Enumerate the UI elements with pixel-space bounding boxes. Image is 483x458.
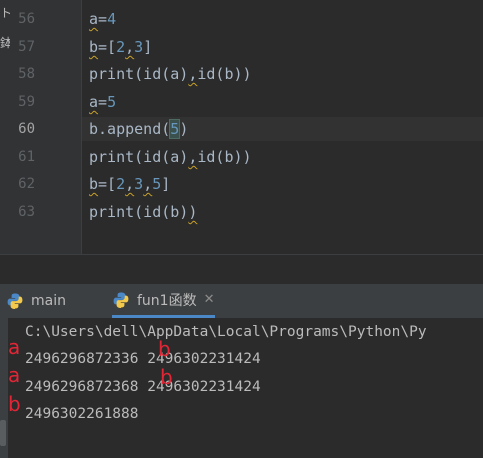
code-token: print(id(b) — [89, 203, 189, 221]
panel-separator[interactable] — [0, 254, 483, 285]
run-tab-bar: main fun1函数 ✕ — [0, 284, 483, 319]
console-line: 2496296872368 2496302231424 — [25, 379, 261, 395]
code-line[interactable]: print(id(b)) — [89, 203, 197, 221]
tab-label: fun1函数 — [137, 292, 197, 309]
code-token: b.append( — [89, 120, 171, 138]
code-token: ) — [188, 203, 198, 221]
tab-main[interactable]: main — [6, 284, 66, 318]
annotation-label-a: a — [8, 335, 21, 359]
annotation-label-b: b — [8, 392, 21, 416]
line-number: 59 — [18, 94, 35, 110]
code-number: 5 — [169, 119, 181, 139]
python-icon — [7, 293, 23, 309]
code-token: b — [89, 175, 99, 193]
code-token: b — [89, 38, 99, 56]
line-number: 56 — [18, 11, 35, 27]
code-token: a — [89, 10, 99, 28]
line-number-current: 60 — [18, 121, 35, 137]
annotation-label-a: a — [8, 363, 21, 387]
code-token: print(id(a) — [89, 148, 189, 166]
line-number: 63 — [18, 204, 35, 220]
code-line[interactable]: a=4 — [89, 10, 116, 28]
code-token: , — [125, 38, 135, 56]
console-line: 2496296872336 2496302231424 — [25, 351, 261, 367]
code-number: 2 — [116, 38, 126, 56]
close-icon[interactable]: ✕ — [204, 292, 215, 307]
code-token: =[ — [98, 175, 117, 193]
code-token: , — [125, 175, 135, 193]
code-number: 4 — [107, 10, 117, 28]
tab-fun1[interactable]: fun1函数 ✕ — [112, 284, 215, 318]
code-token: ] — [161, 175, 171, 193]
line-number-gutter[interactable]: 56 57 58 59 60 61 62 63 — [10, 0, 82, 254]
line-number: 62 — [18, 176, 35, 192]
code-line[interactable]: print(id(a),id(b)) — [89, 65, 252, 83]
code-token: id(b)) — [197, 148, 252, 166]
line-number: 57 — [18, 39, 35, 55]
code-token: ] — [143, 38, 153, 56]
code-line[interactable]: print(id(a),id(b)) — [89, 148, 252, 166]
line-number: 61 — [18, 149, 35, 165]
annotation-label-b: b — [158, 337, 171, 361]
code-token: =[ — [98, 38, 117, 56]
tab-label: main — [31, 293, 66, 309]
code-number: 3 — [134, 175, 144, 193]
code-number: 5 — [152, 175, 162, 193]
console-line-path: C:\Users\dell\AppData\Local\Programs\Pyt… — [25, 324, 427, 340]
code-number: 3 — [134, 38, 144, 56]
code-token: = — [98, 93, 108, 111]
code-token: , — [143, 175, 153, 193]
code-line[interactable]: b=[2,3] — [89, 38, 152, 56]
python-icon — [113, 292, 129, 308]
code-number: 2 — [116, 175, 126, 193]
left-tool-strip: ト 鉢 — [0, 0, 12, 254]
code-token: ) — [179, 120, 189, 138]
code-token: id(b)) — [197, 65, 252, 83]
code-line[interactable]: a=5 — [89, 93, 116, 111]
code-token: = — [98, 10, 108, 28]
annotation-label-b: b — [160, 365, 173, 389]
console-line: 2496302261888 — [25, 406, 139, 422]
code-token: print(id(a) — [89, 65, 189, 83]
run-console-output[interactable]: C:\Users\dell\AppData\Local\Programs\Pyt… — [0, 318, 483, 458]
code-line-current[interactable]: b.append(5) — [89, 119, 189, 139]
code-line[interactable]: b=[2,3,5] — [89, 175, 170, 193]
code-token: a — [89, 93, 99, 111]
code-number: 5 — [107, 93, 117, 111]
console-scroll-handle[interactable] — [0, 420, 6, 446]
code-editor[interactable]: ト 鉢 56 57 58 59 60 61 62 63 a=4 b=[2,3] … — [0, 0, 483, 254]
line-number: 58 — [18, 66, 35, 82]
